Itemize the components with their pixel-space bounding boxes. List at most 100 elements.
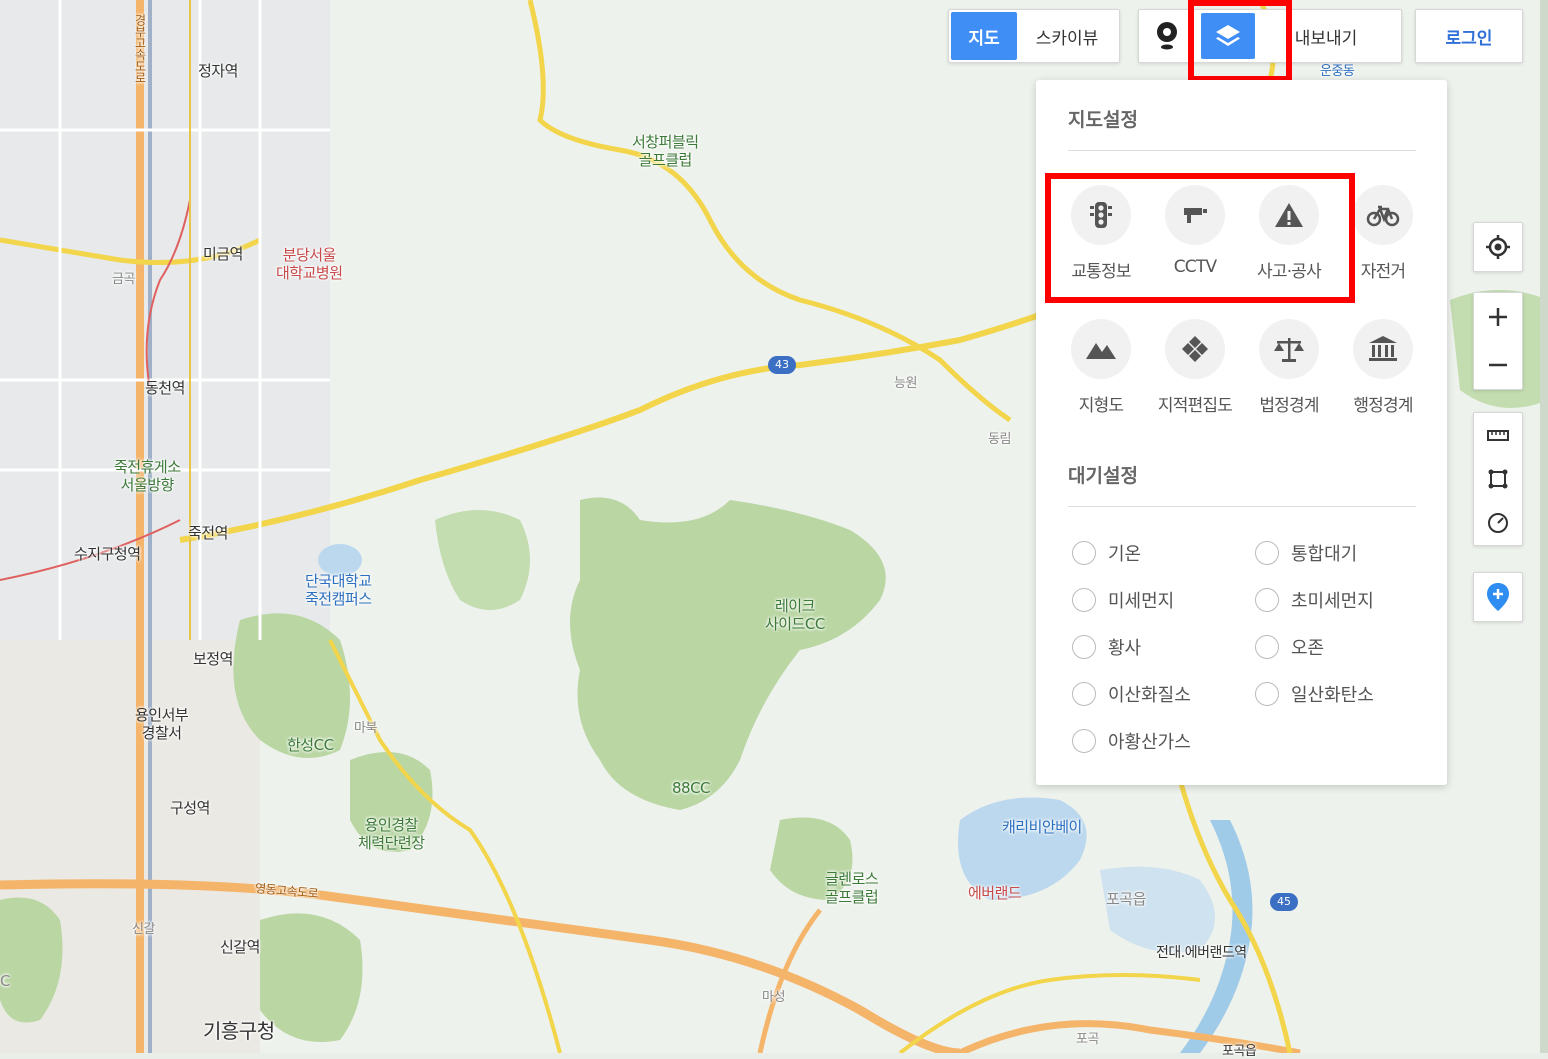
add-place-control: [1473, 572, 1523, 622]
station-label[interactable]: 정자역: [198, 60, 238, 81]
poi-label[interactable]: 캐리비안베이: [1002, 816, 1082, 837]
poi-label[interactable]: 글렌로스 골프클럽: [825, 870, 879, 906]
ic-label: 마성: [762, 990, 785, 1005]
air-option[interactable]: 기온: [1072, 540, 1141, 566]
distance-button[interactable]: [1474, 413, 1522, 457]
poi-label[interactable]: 한성CC: [287, 734, 334, 755]
ic-label: 금곡: [112, 272, 135, 287]
district-label: 기흥구청: [203, 1019, 275, 1043]
map-settings-panel: 지도설정 교통정보 CCTV 사고·공사 자전거 지형도 지적편집도 법정경계 …: [1036, 80, 1447, 785]
radio-button[interactable]: [1072, 682, 1096, 706]
poi-label[interactable]: 88CC: [672, 779, 711, 797]
map-tools: 내보내기: [1138, 9, 1402, 63]
station-label[interactable]: 죽전역: [188, 522, 228, 543]
layers-button[interactable]: [1195, 10, 1261, 62]
station-label[interactable]: 수지구청역: [74, 543, 141, 564]
layer-cctv[interactable]: CCTV: [1148, 185, 1242, 277]
radio-button[interactable]: [1072, 541, 1096, 565]
ruler-icon: [1487, 430, 1509, 441]
air-option[interactable]: 이산화질소: [1072, 681, 1191, 707]
layer-label: 사고·공사: [1257, 262, 1322, 282]
radio-button[interactable]: [1255, 541, 1279, 565]
add-place-button[interactable]: [1474, 573, 1522, 621]
expressway-label: 경부고속도로: [133, 14, 147, 83]
poi-label[interactable]: 죽전휴게소 서울방향: [114, 458, 181, 494]
traffic-light-icon: [1090, 202, 1112, 228]
station-label[interactable]: 보정역: [193, 648, 233, 669]
air-settings-title: 대기설정: [1068, 465, 1138, 487]
air-option[interactable]: 오존: [1255, 634, 1324, 660]
air-option[interactable]: 통합대기: [1255, 540, 1357, 566]
mountain-icon: [1086, 343, 1116, 359]
login-button[interactable]: 로그인: [1415, 9, 1523, 63]
poi-label[interactable]: 레이크 사이드CC: [765, 597, 825, 633]
map-type-toggle: 지도 스카이뷰: [948, 9, 1120, 63]
route-shield: 45: [1270, 893, 1298, 911]
zoom-out-button[interactable]: [1474, 341, 1522, 389]
bicycle-icon: [1366, 205, 1400, 227]
my-location-button[interactable]: [1474, 223, 1522, 271]
layer-label: 법정경계: [1259, 396, 1319, 416]
radio-button[interactable]: [1072, 588, 1096, 612]
edge-label: C: [0, 972, 10, 990]
poi-label[interactable]: 용인경찰 체력단련장: [358, 816, 425, 852]
air-option[interactable]: 일산화탄소: [1255, 681, 1374, 707]
ic-label: 동림: [988, 432, 1011, 447]
air-option[interactable]: 미세먼지: [1072, 587, 1174, 613]
radio-button[interactable]: [1072, 729, 1096, 753]
poi-label[interactable]: 용인서부 경찰서: [135, 706, 189, 742]
radio-button[interactable]: [1255, 588, 1279, 612]
layer-label: 지적편집도: [1157, 396, 1233, 416]
layer-label: CCTV: [1173, 257, 1217, 277]
district-label: 포곡읍: [1106, 890, 1146, 908]
layer-traffic[interactable]: 교통정보: [1054, 185, 1148, 282]
layer-label: 행정경계: [1353, 396, 1413, 416]
ic-label: 포곡: [1076, 1032, 1099, 1047]
my-location-icon: [1486, 235, 1510, 259]
area-button[interactable]: [1474, 457, 1522, 501]
layer-bicycle[interactable]: 자전거: [1336, 185, 1430, 282]
government-building-icon: [1369, 336, 1397, 361]
poi-label[interactable]: 서창퍼블릭 골프클럽: [632, 133, 699, 169]
radio-button[interactable]: [1255, 682, 1279, 706]
radio-button[interactable]: [1255, 635, 1279, 659]
station-label[interactable]: 미금역: [203, 243, 243, 264]
ic-label: 신갈: [132, 922, 155, 937]
district-label: 포곡읍: [1222, 1044, 1257, 1059]
layer-cadastral[interactable]: 지적편집도: [1148, 319, 1242, 416]
warning-icon: [1275, 203, 1303, 227]
poi-label[interactable]: 단국대학교 죽전캠퍼스: [305, 572, 372, 608]
layers-icon: [1216, 25, 1240, 46]
my-location-control: [1473, 222, 1523, 272]
area-icon: [1488, 469, 1508, 489]
station-label[interactable]: 전대.에버랜드역: [1156, 942, 1247, 962]
poi-label[interactable]: 에버랜드: [968, 882, 1022, 903]
skyview-tab[interactable]: 스카이뷰: [1017, 12, 1117, 60]
layer-terrain[interactable]: 지형도: [1054, 319, 1148, 416]
station-label[interactable]: 구성역: [170, 797, 210, 818]
radio-button[interactable]: [1072, 635, 1096, 659]
route-shield: 43: [768, 356, 796, 374]
air-option[interactable]: 황사: [1072, 634, 1141, 660]
air-option[interactable]: 초미세먼지: [1255, 587, 1374, 613]
export-button[interactable]: 내보내기: [1261, 10, 1391, 62]
station-label[interactable]: 신갈역: [220, 936, 260, 957]
zoom-control: [1473, 292, 1523, 390]
station-label[interactable]: 동천역: [145, 377, 185, 398]
street-view-button[interactable]: [1139, 10, 1195, 62]
poi-label[interactable]: 분당서울 대학교병원: [276, 246, 343, 282]
radius-icon: [1488, 513, 1508, 533]
layer-legal-boundary[interactable]: 법정경계: [1242, 319, 1336, 416]
radius-button[interactable]: [1474, 501, 1522, 545]
layer-admin-boundary[interactable]: 행정경계: [1336, 319, 1430, 416]
add-place-icon: [1487, 583, 1509, 611]
zoom-in-button[interactable]: [1474, 293, 1522, 341]
air-option[interactable]: 아황산가스: [1072, 728, 1191, 754]
divider: [1068, 150, 1416, 151]
zoom-in-icon: [1489, 308, 1507, 326]
cctv-icon: [1184, 208, 1207, 223]
ic-label: 능원: [894, 376, 917, 391]
layer-accident[interactable]: 사고·공사: [1242, 185, 1336, 282]
ic-label: 마북: [354, 721, 377, 736]
map-tab[interactable]: 지도: [951, 12, 1017, 60]
